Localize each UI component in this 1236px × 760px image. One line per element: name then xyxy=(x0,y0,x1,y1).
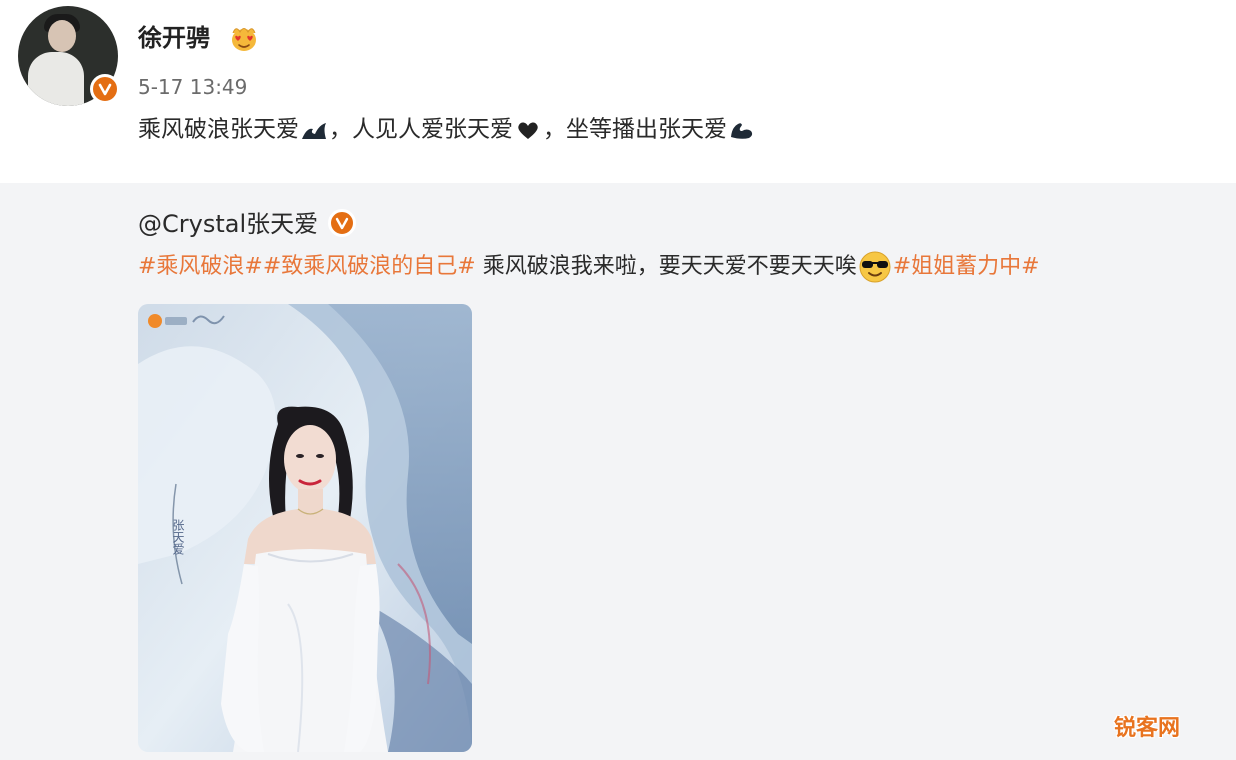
repost-body-text: 乘风破浪我来啦，要天天爱不要天天唉 xyxy=(475,254,857,279)
author-name[interactable]: 徐开骋 xyxy=(138,23,210,53)
post-text: 乘风破浪张天爱 ，人见人爱张天爱 ，坐等播出张天爱 xyxy=(138,114,757,145)
post-header-section: 徐开骋 5-17 13:49 乘风破浪张天爱 ，人见人爱张天爱 ，坐等播出张天爱 xyxy=(0,0,1236,183)
weibo-post: 徐开骋 5-17 13:49 乘风破浪张天爱 ，人见人爱张天爱 ，坐等播出张天爱… xyxy=(0,0,1236,760)
heart-icon xyxy=(518,121,538,139)
repost-author-mention[interactable]: @Crystal张天爱 xyxy=(138,209,318,239)
hashtag-link-1[interactable]: #乘风破浪# xyxy=(138,254,263,279)
wave-icon xyxy=(302,122,326,139)
hashtag-link-2[interactable]: #致乘风破浪的自己# xyxy=(263,254,476,279)
sunglasses-emoji-icon xyxy=(859,251,891,283)
flexed-arm-icon xyxy=(731,122,753,139)
avatar-figure-body xyxy=(28,52,84,106)
avatar-figure-head xyxy=(48,20,76,52)
post-text-part1: 乘风破浪张天爱 xyxy=(138,116,299,143)
site-watermark: 锐客网 xyxy=(1114,716,1181,741)
repost-verified-badge-icon xyxy=(328,209,356,237)
post-text-part3: ，坐等播出张天爱 xyxy=(543,116,727,143)
hashtag-link-3[interactable]: #姐姐蓄力中# xyxy=(893,254,1040,279)
reposted-content[interactable]: @Crystal张天爱 #乘风破浪##致乘风破浪的自己# 乘风破浪我来啦，要天天… xyxy=(0,183,1236,760)
post-text-part2: ，人见人爱张天爱 xyxy=(329,116,513,143)
verified-badge-icon xyxy=(90,74,120,104)
post-timestamp: 5-17 13:49 xyxy=(138,75,248,99)
poster-vertical-name: 张天爱 xyxy=(171,519,185,555)
poster-image[interactable]: 张天爱 xyxy=(138,304,472,752)
repost-text: #乘风破浪##致乘风破浪的自己# 乘风破浪我来啦，要天天爱不要天天唉 #姐姐蓄力… xyxy=(138,250,1040,284)
member-heart-eyes-icon xyxy=(232,28,256,51)
